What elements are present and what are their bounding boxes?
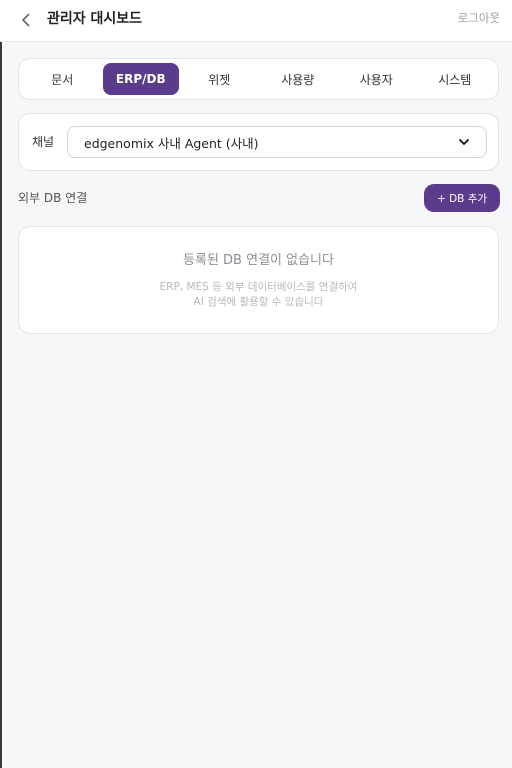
page-title: 관리자 대시보드 [47, 11, 143, 27]
empty-state-desc-line1: ERP, MES 등 외부 데이터베이스를 연결하여 [159, 281, 358, 293]
chevron-left-icon [22, 13, 30, 27]
chevron-down-icon [459, 139, 469, 145]
tab-users[interactable]: 사용자 [338, 63, 415, 95]
tab-erp-db[interactable]: ERP/DB [102, 63, 179, 95]
add-db-button[interactable]: + DB 추가 [424, 184, 500, 212]
empty-state-title: 등록된 DB 연결이 없습니다 [183, 253, 334, 268]
db-section-title: 외부 DB 연결 [18, 191, 88, 205]
empty-state-card: 등록된 DB 연결이 없습니다 ERP, MES 등 외부 데이터베이스를 연결… [18, 226, 499, 334]
channel-card: 채널 edgenomix 사내 Agent (사내) [18, 113, 499, 171]
app-header: 관리자 대시보드 로그아웃 [0, 0, 512, 42]
empty-state-description: ERP, MES 등 외부 데이터베이스를 연결하여 AI 검색에 활용할 수 … [19, 280, 498, 310]
tab-system[interactable]: 시스템 [417, 63, 494, 95]
tab-bar: 문서 ERP/DB 위젯 사용량 사용자 시스템 [18, 58, 499, 100]
channel-select[interactable]: edgenomix 사내 Agent (사내) [67, 126, 487, 158]
channel-selected-value: edgenomix 사내 Agent (사내) [84, 135, 259, 151]
channel-label: 채널 [32, 135, 55, 149]
tab-usage[interactable]: 사용량 [260, 63, 337, 95]
tab-documents[interactable]: 문서 [24, 63, 101, 95]
back-button[interactable] [14, 8, 38, 32]
window-edge [0, 0, 2, 768]
tab-widget[interactable]: 위젯 [181, 63, 258, 95]
empty-state-desc-line2: AI 검색에 활용할 수 있습니다 [193, 296, 324, 308]
logout-link[interactable]: 로그아웃 [458, 10, 500, 26]
